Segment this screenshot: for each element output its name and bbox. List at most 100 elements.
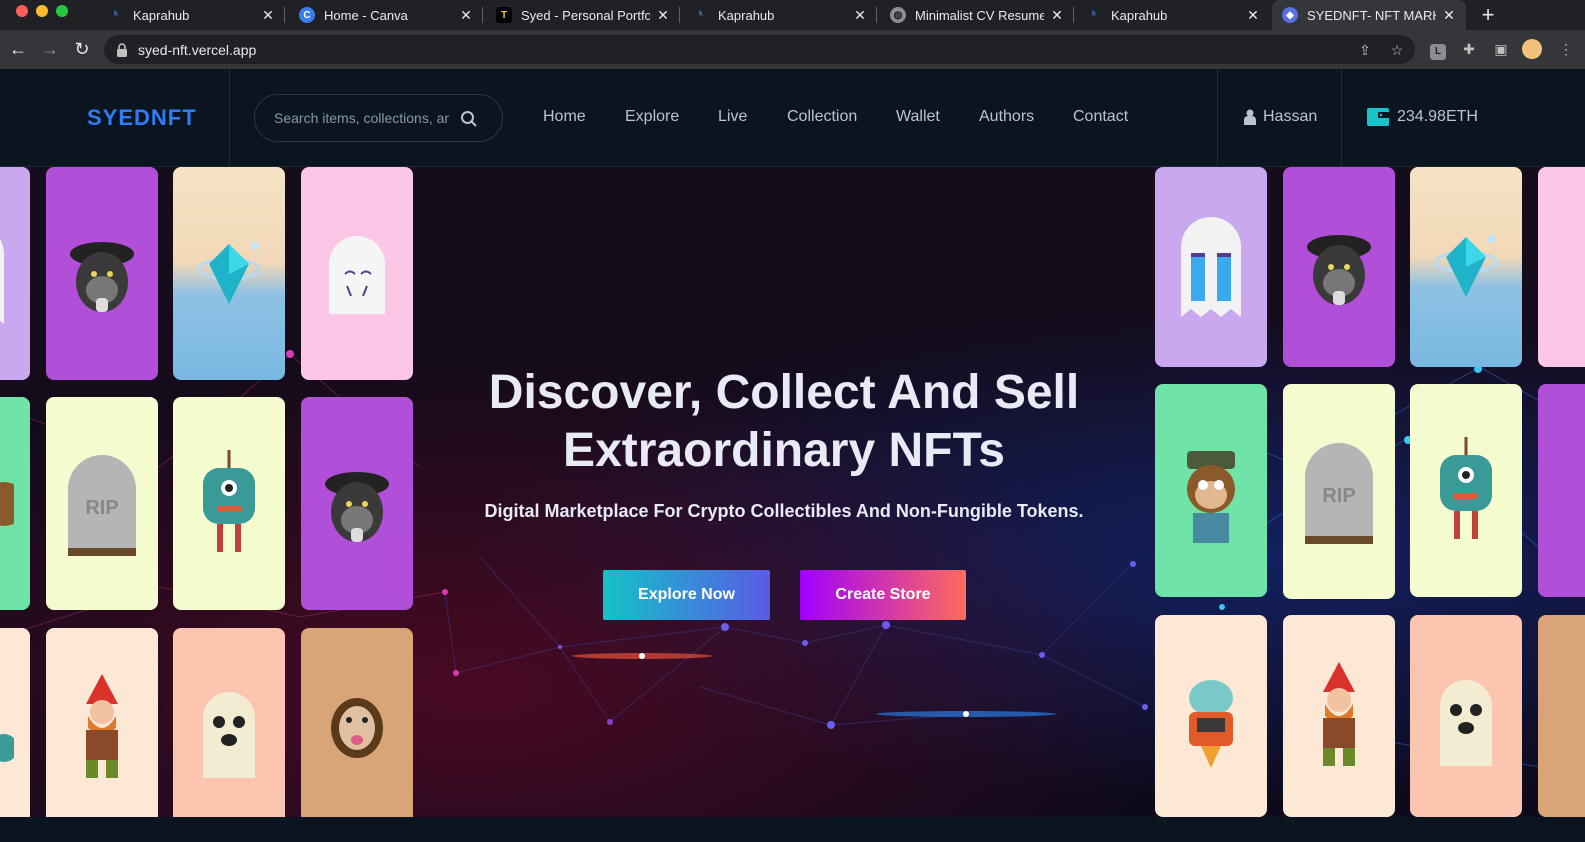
globe-icon: ◍ [890,7,906,23]
browser-tab[interactable]: ᵏ Kaprahub ✕ [1076,0,1270,30]
kaprahub-icon: ᵏ [1092,9,1096,21]
address-bar[interactable]: syed-nft.vercel.app ⇪ ☆ [104,35,1415,64]
browser-tab[interactable]: ᵏ Kaprahub ✕ [683,0,877,30]
back-arrow-icon[interactable]: ← [8,39,28,59]
user-icon [1244,109,1256,125]
sad-ghost-art-icon [329,235,385,314]
close-tab-icon[interactable]: ✕ [1050,7,1064,24]
search-box[interactable] [254,94,503,142]
browser-tab-bar: ᵏ Kaprahub ✕ C Home - Canva ✕ T Syed - P… [0,0,1585,30]
browser-tab[interactable]: C Home - Canva ✕ [289,0,483,30]
gnome-art-icon [86,674,118,778]
nft-card[interactable] [1538,615,1585,817]
user-account[interactable]: Hassan [1244,108,1317,126]
canva-icon: C [299,7,315,23]
ghost-art-icon [203,692,255,778]
close-tab-icon[interactable]: ✕ [459,7,473,24]
nav-wallet[interactable]: Wallet [896,108,940,126]
new-tab-button[interactable]: + [1476,3,1500,27]
hero-title-line-1: Discover, Collect And Sell [488,366,1080,419]
nav-contact[interactable]: Contact [1073,108,1128,126]
nav-collection[interactable]: Collection [787,108,857,126]
browser-tab[interactable]: T Syed - Personal Portfolio ✕ [486,0,680,30]
ghost-art-icon [0,238,4,324]
profile-avatar-icon[interactable] [1522,39,1542,59]
minimize-window-button[interactable] [36,5,48,17]
crystal-art-icon [197,241,261,304]
robot-art-icon [1189,680,1233,768]
site-logo[interactable]: SYEDNFT [87,105,197,131]
ethereum-icon: ◆ [1282,7,1298,23]
nft-card[interactable] [0,167,30,380]
forward-arrow-icon[interactable]: → [40,39,60,59]
bookmark-star-icon[interactable]: ☆ [1388,41,1406,59]
maximize-window-button[interactable] [56,5,68,17]
kaprahub-icon: ᵏ [114,9,118,21]
page-bottom-strip [0,817,1585,842]
robot-art-icon [0,734,14,762]
wallet-balance[interactable]: 234.98ETH [1367,108,1478,126]
nft-card[interactable] [1283,167,1395,367]
hero-title: Discover, Collect And Sell Extraordinary… [0,364,1568,480]
nft-card[interactable] [1155,615,1267,817]
nft-card[interactable] [1410,167,1522,367]
nav-explore[interactable]: Explore [625,108,679,126]
nav-live[interactable]: Live [718,108,747,126]
crystal-art-icon [1434,235,1498,297]
hero-section: RIP RIP Discover, Collect And Sell Extra… [0,167,1585,817]
ape-art-icon [1307,235,1371,305]
close-tab-icon[interactable]: ✕ [1442,7,1456,24]
nft-card[interactable] [301,628,413,817]
kaprahub-icon: ᵏ [699,9,703,21]
share-icon[interactable]: ⇪ [1356,41,1374,59]
close-tab-icon[interactable]: ✕ [656,7,670,24]
nft-card[interactable] [1410,615,1522,817]
nft-card[interactable] [1283,615,1395,817]
reload-icon[interactable]: ↻ [72,39,92,59]
tab-title: Minimalist CV Resume [915,7,1044,23]
nft-card[interactable] [46,628,158,817]
tab-title: Home - Canva [324,7,408,23]
browser-tab-active[interactable]: ◆ SYEDNFT- NFT MARKETPLACE ✕ [1272,0,1466,30]
nft-card[interactable] [1538,167,1585,367]
close-tab-icon[interactable]: ✕ [1246,7,1260,24]
nft-card[interactable] [46,167,158,380]
url-text[interactable]: syed-nft.vercel.app [138,42,256,58]
ghost-art-icon [1440,680,1492,766]
nft-card[interactable] [173,628,285,817]
address-toolbar: ← → ↻ syed-nft.vercel.app ⇪ ☆ L ✚ ▣ ⋮ [0,30,1585,69]
wallet-icon [1367,108,1389,126]
close-tab-icon[interactable]: ✕ [853,7,867,24]
browser-tab[interactable]: ◍ Minimalist CV Resume ✕ [880,0,1074,30]
tab-title: Kaprahub [133,7,190,23]
nav-authors[interactable]: Authors [979,108,1034,126]
search-icon[interactable] [460,110,478,128]
portfolio-icon: T [496,7,512,23]
tab-title: Kaprahub [1111,7,1168,23]
nft-card[interactable] [0,628,30,817]
side-panel-icon[interactable]: ▣ [1491,39,1511,59]
nft-card[interactable] [1155,167,1267,367]
lock-icon [117,42,127,57]
nft-card[interactable] [173,167,285,380]
extensions-puzzle-icon[interactable]: ✚ [1459,39,1479,59]
user-name[interactable]: Hassan [1263,108,1317,126]
create-store-button[interactable]: Create Store [800,570,966,620]
explore-now-button[interactable]: Explore Now [603,570,770,620]
site-header: SYEDNFT Home Explore Live Collection Wal… [0,69,1585,167]
eth-balance[interactable]: 234.98ETH [1397,108,1478,126]
window-controls [16,5,68,17]
close-tab-icon[interactable]: ✕ [261,7,275,24]
gnome-art-icon [1323,662,1355,766]
ape-art-icon [70,241,134,312]
hero-title-line-2: Extraordinary NFTs [563,424,1005,477]
tab-title: Kaprahub [718,7,775,23]
browser-menu-icon[interactable]: ⋮ [1556,39,1576,59]
hero-subtitle: Digital Marketplace For Crypto Collectib… [484,501,1084,521]
nft-card[interactable] [301,167,413,380]
nav-home[interactable]: Home [543,108,586,126]
browser-tab[interactable]: ᵏ Kaprahub ✕ [98,0,285,30]
search-input[interactable] [274,110,449,126]
extension-l-icon[interactable]: L [1428,39,1448,60]
close-window-button[interactable] [16,5,28,17]
